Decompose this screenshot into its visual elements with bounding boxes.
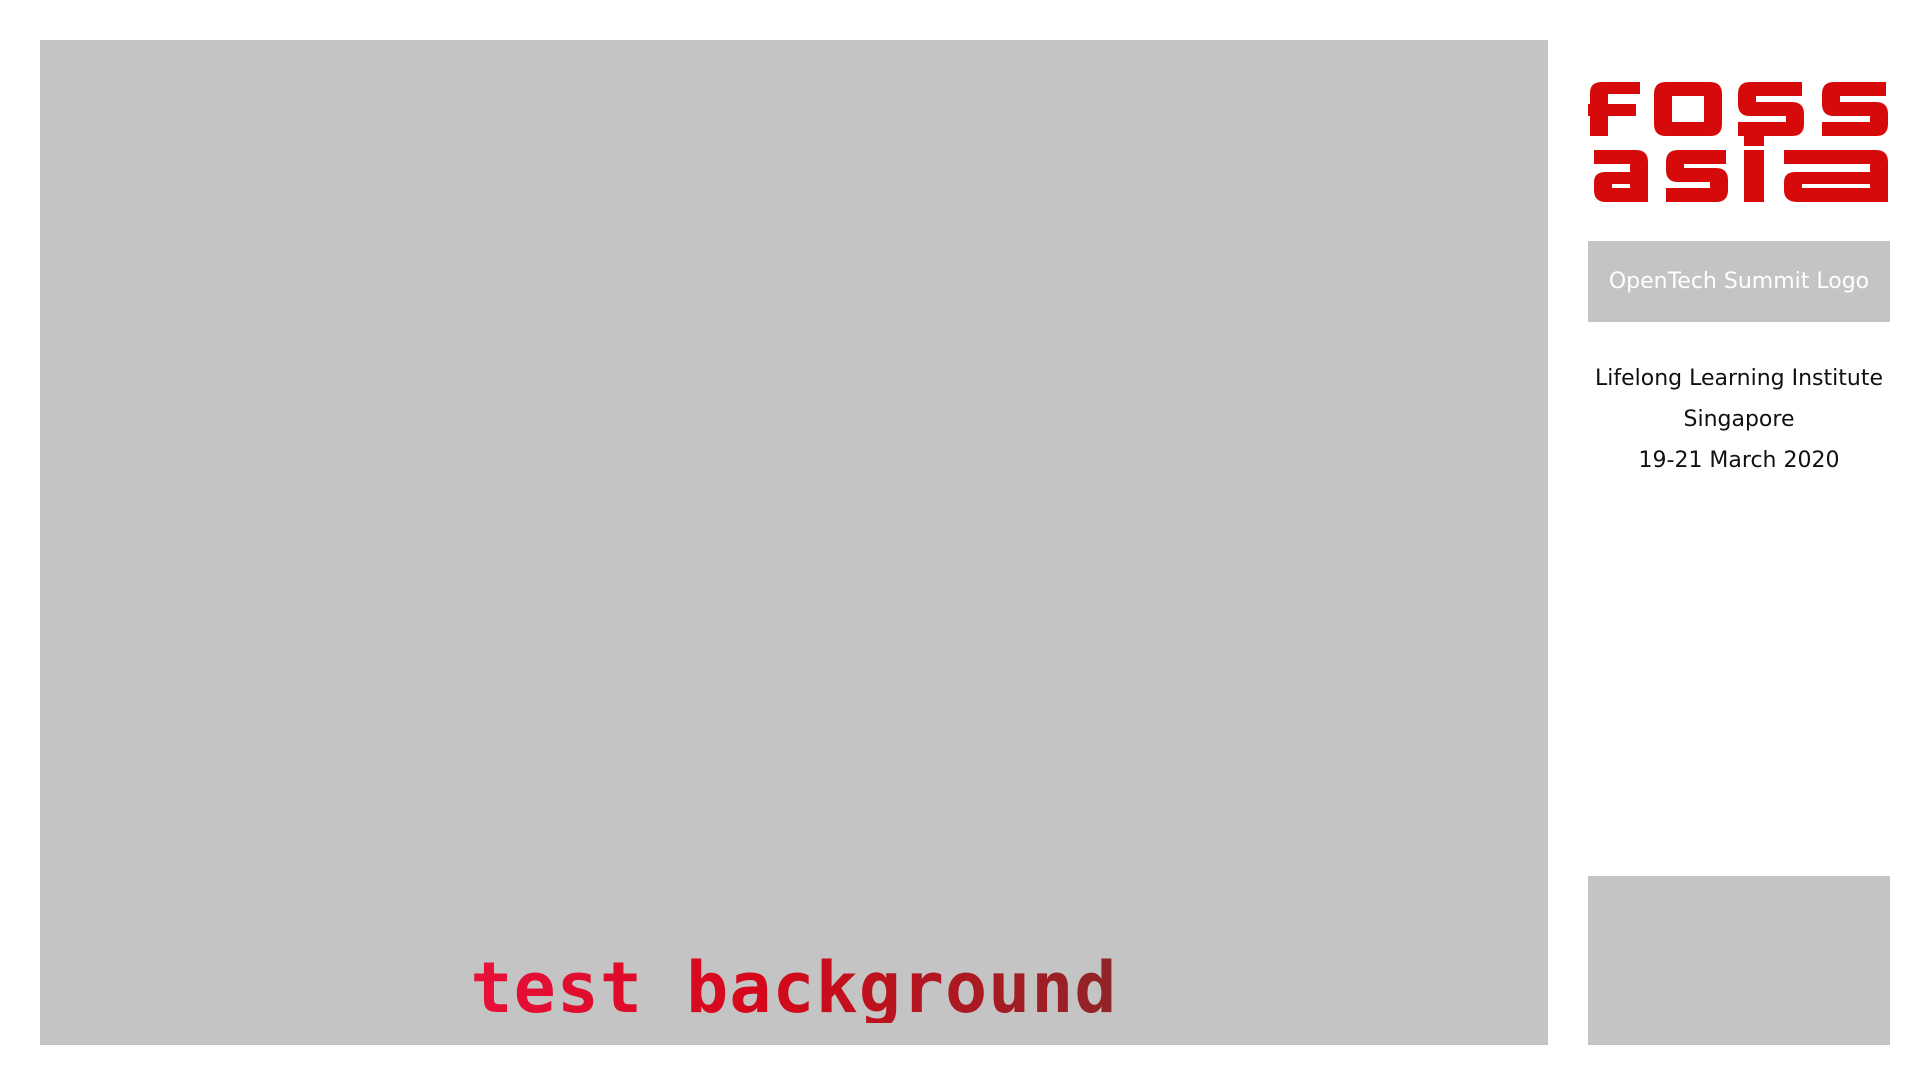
- event-info: Lifelong Learning Institute Singapore 19…: [1588, 358, 1890, 481]
- opentech-logo-label: OpenTech Summit Logo: [1608, 269, 1870, 294]
- main-video-area: test background: [40, 40, 1548, 1045]
- title-container: test background: [40, 953, 1548, 1023]
- stream-overlay: test background OpenTech Summit Logo Lif…: [0, 0, 1920, 1080]
- sidebar: OpenTech Summit Logo Lifelong Learning I…: [1588, 40, 1890, 1045]
- fossasia-logo: [1588, 80, 1890, 204]
- event-venue: Lifelong Learning Institute: [1595, 366, 1883, 391]
- background-title: test background: [470, 947, 1118, 1029]
- opentech-summit-logo-placeholder: OpenTech Summit Logo: [1588, 241, 1890, 322]
- event-dates: 19-21 March 2020: [1638, 448, 1840, 473]
- event-city: Singapore: [1683, 407, 1795, 432]
- camera-placeholder: [1588, 876, 1890, 1045]
